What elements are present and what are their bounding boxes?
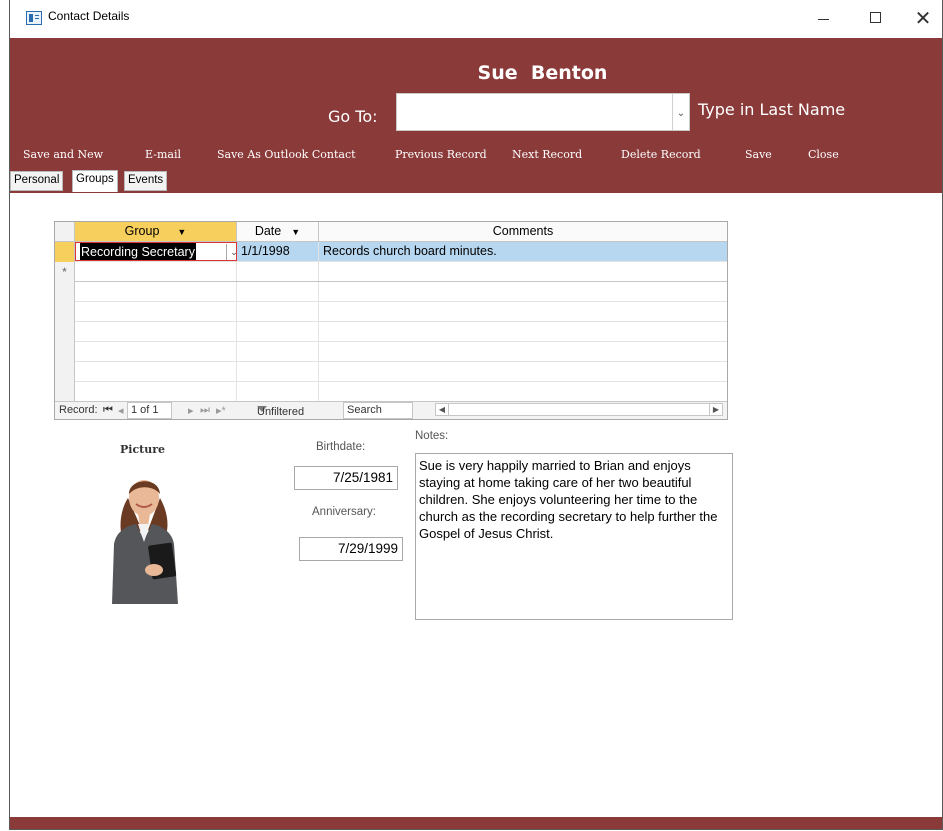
minimize-button[interactable]	[803, 4, 843, 32]
form-icon	[26, 11, 42, 25]
table-row[interactable]: Recording Secretary ⌄ 1/1/1998 Records c…	[75, 242, 727, 262]
new-record-row[interactable]	[75, 262, 727, 282]
form-header: Sue Benton Go To: ⌄ Type in Last Name Sa…	[10, 38, 942, 193]
close-form-button[interactable]: Close	[808, 148, 839, 161]
empty-row	[75, 342, 727, 362]
window-title: Contact Details	[48, 9, 130, 23]
empty-row	[75, 362, 727, 382]
select-all-corner[interactable]	[55, 222, 75, 242]
goto-combo[interactable]: ⌄	[396, 93, 690, 131]
search-input[interactable]: Search	[343, 402, 413, 419]
previous-record-button[interactable]: Previous Record	[395, 148, 487, 161]
empty-row	[75, 322, 727, 342]
new-record-icon[interactable]: ▸*	[216, 404, 226, 417]
chevron-down-icon[interactable]: ⌄	[672, 94, 689, 130]
column-header-comments[interactable]: Comments	[319, 222, 727, 242]
contact-name: Sue Benton	[477, 62, 608, 84]
anniversary-label: Anniversary:	[312, 506, 376, 518]
scroll-right-icon[interactable]: ▶	[709, 404, 722, 415]
empty-row	[75, 302, 727, 322]
scroll-left-icon[interactable]: ◀	[436, 404, 449, 415]
delete-record-button[interactable]: Delete Record	[621, 148, 701, 161]
group-value: Recording Secretary	[80, 243, 196, 260]
contact-details-window: Contact Details ✕ Sue Benton Go To: ⌄ Ty…	[9, 0, 943, 830]
sort-arrow-icon[interactable]: ▼	[291, 227, 300, 237]
notes-field[interactable]: Sue is very happily married to Brian and…	[415, 453, 733, 620]
birthdate-label: Birthdate:	[316, 441, 366, 453]
contact-photo	[112, 480, 178, 604]
last-record-icon[interactable]: ⏭	[200, 404, 210, 417]
row-selector[interactable]	[55, 242, 75, 262]
previous-record-icon[interactable]: ◂	[118, 404, 124, 417]
empty-row	[75, 382, 727, 402]
empty-row	[75, 282, 727, 302]
column-header-date[interactable]: Date ▼	[237, 222, 319, 242]
birthdate-field[interactable]: 7/25/1981	[294, 466, 398, 490]
maximize-button[interactable]	[855, 4, 895, 32]
horizontal-scrollbar[interactable]: ◀ ▶	[435, 403, 723, 416]
save-button[interactable]: Save	[745, 148, 772, 161]
save-as-outlook-contact-button[interactable]: Save As Outlook Contact	[217, 148, 356, 161]
type-in-last-name-hint: Type in Last Name	[698, 100, 846, 119]
next-record-button[interactable]: Next Record	[512, 148, 582, 161]
new-record-marker[interactable]: *	[55, 262, 75, 282]
comments-cell[interactable]: Records church board minutes.	[319, 242, 727, 261]
first-record-icon[interactable]: ⏮	[103, 404, 113, 417]
current-record-box[interactable]: 1 of 1	[127, 402, 172, 419]
picture-label: Picture	[120, 443, 166, 456]
chevron-down-icon[interactable]: ⌄	[226, 244, 236, 260]
anniversary-field[interactable]: 7/29/1999	[299, 537, 403, 561]
notes-label: Notes:	[415, 430, 449, 442]
record-navigation-bar: Record: ⏮ ◂ 1 of 1 ▸ ⏭ ▸* Unfiltered Sea…	[55, 401, 727, 419]
column-header-group[interactable]: Group ▼	[75, 222, 237, 242]
goto-label: Go To:	[328, 107, 378, 126]
empty-selector-column	[55, 282, 75, 402]
date-cell[interactable]: 1/1/1998	[237, 242, 319, 261]
new-date-cell[interactable]	[237, 262, 319, 281]
save-and-new-button[interactable]: Save and New	[23, 148, 103, 161]
record-label: Record:	[59, 404, 98, 416]
group-cell[interactable]: Recording Secretary ⌄	[75, 242, 237, 261]
sort-arrow-icon[interactable]: ▼	[177, 227, 186, 237]
groups-datasheet: Group ▼ Date ▼ Comments Recording Secretar…	[54, 221, 728, 420]
tab-groups[interactable]: Groups	[72, 170, 118, 192]
email-button[interactable]: E-mail	[145, 148, 181, 161]
close-window-button[interactable]: ✕	[903, 4, 942, 32]
new-group-cell[interactable]	[75, 262, 237, 281]
form-footer	[10, 817, 942, 829]
tab-personal[interactable]: Personal	[10, 171, 64, 191]
tab-events[interactable]: Events	[124, 171, 168, 191]
title-bar: Contact Details ✕	[10, 0, 942, 38]
next-record-icon[interactable]: ▸	[188, 404, 194, 417]
